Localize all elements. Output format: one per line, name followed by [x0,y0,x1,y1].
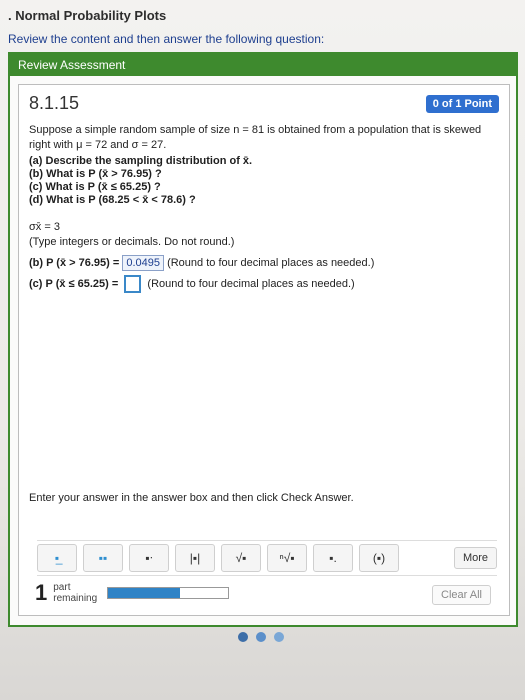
part-c-hint: (Round to four decimal places as needed.… [147,277,355,290]
points-badge: 0 of 1 Point [425,95,499,113]
interval-icon[interactable]: (▪) [359,544,399,572]
part-a-text: (a) Describe the sampling distribution o… [29,155,253,167]
dot-icon [256,632,266,642]
remaining-count: 1 [35,580,48,605]
part-c-text: (c) What is P (x̄ ≤ 65.25) ? [29,181,161,193]
question-box: 8.1.15 0 of 1 Point Suppose a simple ran… [18,84,510,616]
part-b-answer: (b) P (x̄ > 76.95) = 0.0495 (Round to fo… [29,255,374,271]
remaining-text: part remaining [53,582,97,604]
answer-instructions: Enter your answer in the answer box and … [29,492,354,504]
decimal-icon[interactable]: ▪. [313,544,353,572]
part-c-label: (c) P (x̄ ≤ 65.25) = [29,277,119,290]
dot-icon [274,632,284,642]
remaining-text-part: part [53,582,71,593]
progress-fill [108,588,181,598]
math-toolbar: ▪̲ ▪▪ ▪ᐧ |▪| √▪ ⁿ√▪ ▪. (▪) More [37,540,497,576]
sigma-answer: σx̄ = 3 [29,220,60,234]
question-stem: Suppose a simple random sample of size n… [29,124,482,151]
panel-title: Review Assessment [10,54,516,76]
page: . Normal Probability Plots Review the co… [0,0,525,700]
part-b-text: (b) What is P (x̄ > 76.95) ? [29,168,162,180]
clear-all-button[interactable]: Clear All [432,585,491,605]
parts-remaining: 1 part remaining [35,580,230,606]
more-button[interactable]: More [453,547,497,569]
absolute-value-icon[interactable]: |▪| [175,544,215,572]
part-b-hint: (Round to four decimal places as needed.… [167,257,375,269]
sigma-hint: (Type integers or decimals. Do not round… [29,236,235,248]
loading-dots [238,632,284,642]
part-b-label: (b) P (x̄ > 76.95) = [29,257,120,269]
part-b-answer-box[interactable]: 0.0495 [122,255,165,271]
mixed-fraction-icon[interactable]: ▪▪ [83,544,123,572]
question-parts: (a) Describe the sampling distribution o… [29,155,252,207]
sigma-line: σx̄ = 3 [29,221,60,233]
part-c-answer-input[interactable] [124,275,142,293]
part-d-text: (d) What is P (68.25 < x̄ < 78.6) ? [29,194,196,206]
breadcrumb: . Normal Probability Plots [8,8,167,23]
fraction-icon[interactable]: ▪̲ [37,544,77,572]
nth-root-icon[interactable]: ⁿ√▪ [267,544,307,572]
remaining-text-remaining: remaining [53,593,98,604]
dot-icon [238,632,248,642]
exponent-icon[interactable]: ▪ᐧ [129,544,169,572]
question-number: 8.1.15 [29,93,80,113]
square-root-icon[interactable]: √▪ [221,544,261,572]
review-panel: Review Assessment 8.1.15 0 of 1 Point Su… [8,52,518,627]
progress-bar [107,587,230,599]
part-c-answer: (c) P (x̄ ≤ 65.25) = (Round to four deci… [29,275,355,293]
page-instruction: Review the content and then answer the f… [8,32,325,46]
